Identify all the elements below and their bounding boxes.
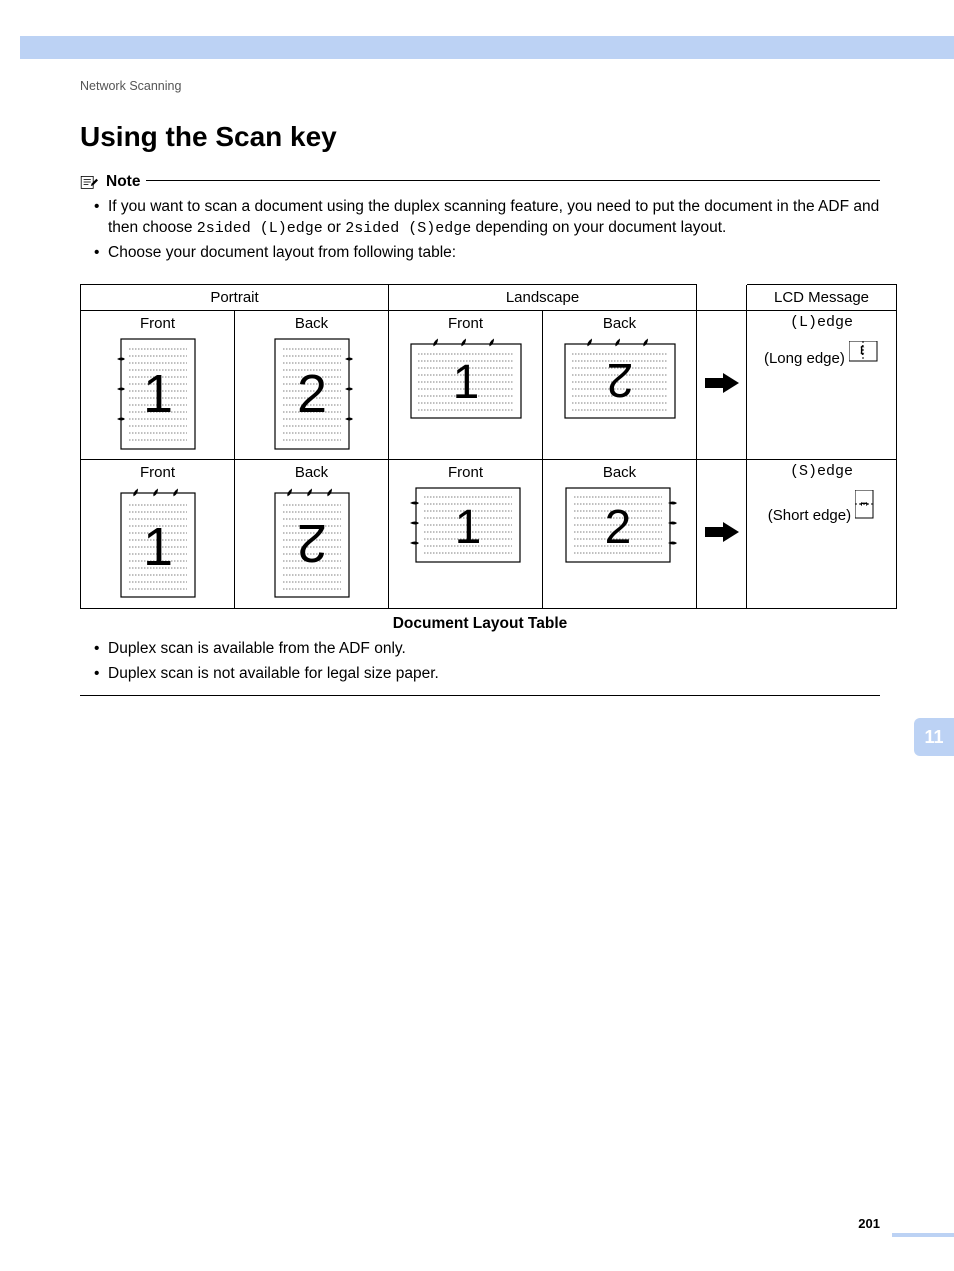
cell-portrait-front-longedge: Front 1: [81, 311, 235, 460]
note-bullet-2: Choose your document layout from followi…: [94, 243, 880, 264]
page-title: Using the Scan key: [80, 121, 880, 153]
svg-text:1: 1: [452, 356, 479, 409]
page-number-accent: [892, 1233, 954, 1237]
cell-portrait-front-shortedge: Front 1: [81, 460, 235, 609]
svg-text:2: 2: [296, 364, 326, 424]
cell-landscape-back-shortedge: Back 2: [543, 460, 697, 609]
svg-text:1: 1: [454, 501, 481, 554]
svg-text:1: 1: [142, 364, 172, 424]
note-bullet-1: If you want to scan a document using the…: [94, 197, 880, 239]
section-tab: 11: [914, 718, 954, 756]
header-lcd: LCD Message: [747, 285, 897, 311]
lcd-longedge: (L)edge (Long edge): [747, 311, 897, 460]
note-pencil-icon: [80, 174, 100, 190]
note-rule: [146, 180, 880, 181]
page-number: 201: [858, 1216, 880, 1231]
running-header: Network Scanning: [80, 79, 880, 93]
long-edge-icon: [849, 341, 879, 371]
note-label: Note: [106, 173, 140, 191]
header-accent: [20, 36, 954, 59]
cell-landscape-front-longedge: Front 1: [389, 311, 543, 460]
note-end-rule: [80, 695, 880, 696]
note-bullet-3: Duplex scan is available from the ADF on…: [94, 639, 880, 660]
svg-text:1: 1: [142, 517, 172, 577]
cell-landscape-back-longedge: Back 2: [543, 311, 697, 460]
svg-text:2: 2: [606, 353, 633, 406]
cell-landscape-front-shortedge: Front 1: [389, 460, 543, 609]
lcd-shortedge: (S)edge (Short edge): [747, 460, 897, 609]
cell-portrait-back-shortedge: Back 2: [235, 460, 389, 609]
svg-text:2: 2: [604, 501, 631, 554]
table-caption: Document Layout Table: [80, 615, 880, 633]
arrow-shortedge: [697, 460, 747, 609]
svg-text:2: 2: [296, 513, 326, 573]
header-landscape: Landscape: [389, 285, 697, 311]
header-portrait: Portrait: [81, 285, 389, 311]
note-bullet-4: Duplex scan is not available for legal s…: [94, 664, 880, 685]
arrow-longedge: [697, 311, 747, 460]
note-block: Note If you want to scan a document usin…: [80, 173, 880, 696]
document-layout-table: Portrait Landscape LCD Message Front 1 B…: [80, 284, 897, 609]
short-edge-icon: [855, 490, 875, 528]
cell-portrait-back-longedge: Back 2: [235, 311, 389, 460]
